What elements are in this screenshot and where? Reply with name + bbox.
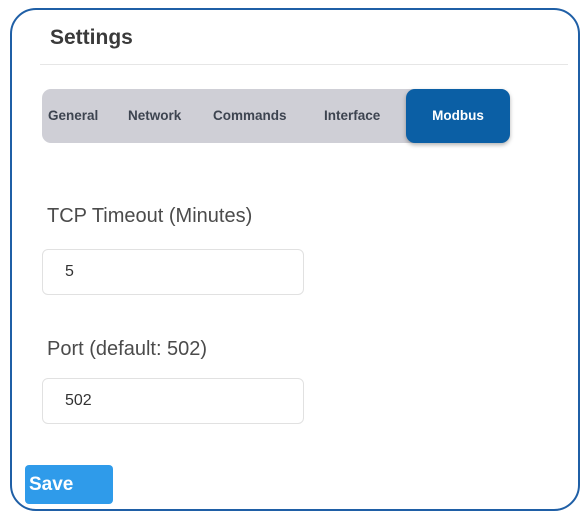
tab-general[interactable]: General: [48, 89, 98, 143]
tcp-timeout-label: TCP Timeout (Minutes): [47, 205, 253, 227]
tab-commands[interactable]: Commands: [213, 89, 287, 143]
port-label: Port (default: 502): [47, 338, 208, 360]
tab-modbus[interactable]: Modbus: [406, 89, 510, 143]
port-input[interactable]: [42, 378, 304, 424]
title-divider: [40, 64, 568, 65]
save-button[interactable]: Save: [25, 465, 113, 504]
tcp-timeout-input[interactable]: [42, 249, 304, 295]
tab-interface[interactable]: Interface: [324, 89, 380, 143]
settings-tab-bar: General Network Commands Interface Modbu…: [42, 89, 510, 143]
tab-network[interactable]: Network: [128, 89, 181, 143]
page-title: Settings: [50, 26, 133, 49]
